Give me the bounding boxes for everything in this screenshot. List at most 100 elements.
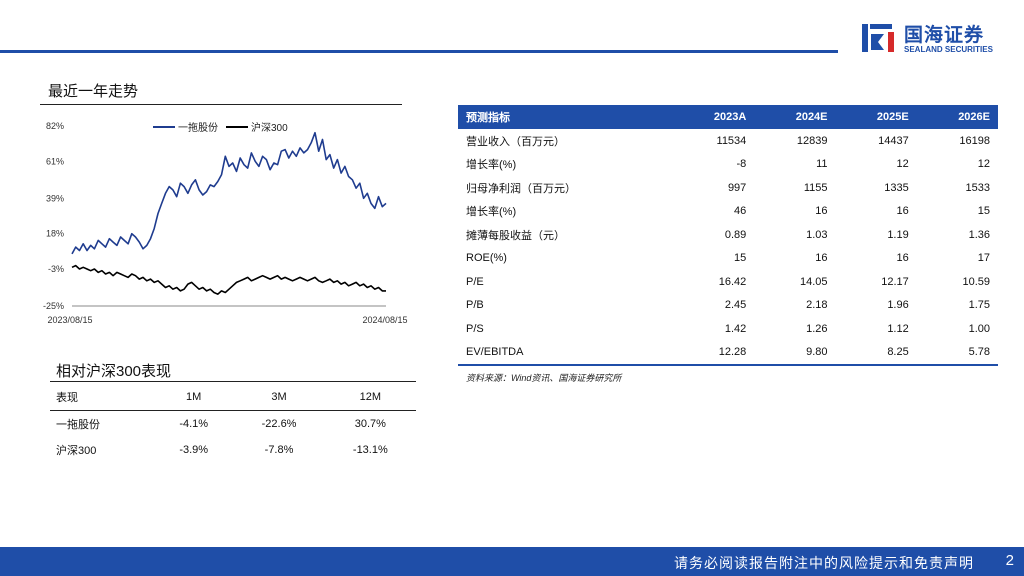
y-tick-label: 39% xyxy=(46,193,64,203)
forecast-cell: 12 xyxy=(977,158,990,171)
y-tick-label: 61% xyxy=(46,156,64,166)
disclaimer-text: 请务必阅读报告附注中的风险提示和免责声明 xyxy=(674,555,974,571)
chart-section-rule xyxy=(40,104,402,105)
forecast-cell: 15 xyxy=(734,252,747,265)
forecast-header-row: 预测指标 2023A 2024E 2025E 2026E xyxy=(458,105,998,129)
forecast-cell: 11 xyxy=(816,158,828,171)
perf-cell: -4.1% xyxy=(179,418,209,430)
forecast-row: P/S 1.42 1.26 1.12 1.00 xyxy=(458,317,998,341)
perf-cell: 30.7% xyxy=(354,418,386,430)
y-tick-label: -3% xyxy=(48,264,64,274)
forecast-cell: 8.25 xyxy=(835,340,917,366)
forecast-cell: P/B xyxy=(466,299,484,312)
perf-cell: 一拖股份 xyxy=(56,419,100,431)
perf-section-rule xyxy=(50,381,416,382)
forecast-cell: 16 xyxy=(815,252,828,265)
perf-cell: 沪深300 xyxy=(56,445,97,457)
series-line-1 xyxy=(71,264,386,295)
perf-cell: -3.9% xyxy=(179,444,209,456)
y-tick-label: 18% xyxy=(46,229,64,239)
forecast-cell: 1335 xyxy=(884,181,909,194)
forecast-row: 营业收入（百万元） 11534 12839 14437 16198 xyxy=(458,129,998,153)
forecast-cell: 12839 xyxy=(796,134,828,147)
forecast-cell: 增长率(%) xyxy=(466,206,517,219)
perf-header-row: 表现 1M 3M 12M xyxy=(50,384,416,411)
forecast-cell: 1.75 xyxy=(968,299,990,312)
forecast-cell: -8 xyxy=(736,158,747,171)
forecast-row: EV/EBITDA 12.28 9.80 8.25 5.78 xyxy=(458,340,998,366)
forecast-cell: 1.03 xyxy=(806,228,828,241)
price-trend-chart: 82% 61% 39% 18% -3% -25% 2023/08/15 2024/08/15 一… xyxy=(43,121,408,325)
forecast-cell: 2.45 xyxy=(724,299,747,312)
y-tick-label: -25% xyxy=(43,301,64,311)
perf-header-cell: 12M xyxy=(324,384,416,411)
perf-cell: -22.6% xyxy=(261,418,297,430)
forecast-cell: 46 xyxy=(734,205,747,218)
x-tick-label: 2024/08/15 xyxy=(362,315,407,325)
perf-header-cell: 3M xyxy=(233,384,325,411)
forecast-cell: 14.05 xyxy=(799,275,828,288)
perf-header-cell: 表现 xyxy=(50,384,154,411)
page-number: 2 xyxy=(1005,552,1014,569)
brand-logo: 国海证券 SEALAND SECURITIES xyxy=(860,18,1020,58)
perf-cell: -7.8% xyxy=(264,444,294,456)
brand-name-cn: 国海证券 xyxy=(904,25,985,46)
data-source-note: 资料来源：Wind资讯、国海证券研究所 xyxy=(466,373,622,383)
forecast-cell: 1155 xyxy=(803,181,828,194)
forecast-cell: 5.78 xyxy=(916,340,998,366)
forecast-header-cell: 2024E xyxy=(754,105,836,129)
forecast-header-cell: 2023A xyxy=(672,105,755,129)
forecast-cell: ROE(%) xyxy=(466,252,507,265)
forecast-cell: 摊薄每股收益（元） xyxy=(466,229,565,242)
perf-row: 一拖股份 -4.1% -22.6% 30.7% xyxy=(50,411,416,438)
forecast-cell: 1.19 xyxy=(887,228,909,241)
perf-header-cell: 1M xyxy=(154,384,234,411)
chart-section-title: 最近一年走势 xyxy=(48,83,139,100)
forecast-header-cell: 预测指标 xyxy=(458,105,673,129)
forecast-table: 预测指标 2023A 2024E 2025E 2026E 营业收入（百万元） 1… xyxy=(458,105,998,366)
forecast-cell: 1.12 xyxy=(887,322,909,335)
forecast-cell: 16198 xyxy=(959,134,990,147)
forecast-cell: 15 xyxy=(977,205,990,218)
legend-label: 沪深300 xyxy=(251,121,288,134)
forecast-row: 归母净利润（百万元） 997 1155 1335 1533 xyxy=(458,176,998,200)
forecast-cell: 16 xyxy=(896,252,909,265)
forecast-cell: 11534 xyxy=(716,134,747,147)
forecast-row: ROE(%) 15 16 16 17 xyxy=(458,247,998,271)
perf-cell: -13.1% xyxy=(352,444,388,456)
y-tick-label: 82% xyxy=(46,121,64,131)
legend-label: 一拖股份 xyxy=(178,121,218,134)
x-tick-label: 2023/08/15 xyxy=(47,315,92,325)
forecast-header-cell: 2025E xyxy=(835,105,917,129)
forecast-row: 增长率(%) -8 11 12 12 xyxy=(458,153,998,177)
logo-mark-icon xyxy=(862,24,894,52)
forecast-cell: 1.96 xyxy=(887,299,909,312)
forecast-cell: P/S xyxy=(466,322,484,335)
forecast-header-cell: 2026E xyxy=(916,105,998,129)
forecast-cell: 10.59 xyxy=(962,275,990,288)
forecast-cell: 12.28 xyxy=(672,340,755,366)
forecast-row: 摊薄每股收益（元） 0.89 1.03 1.19 1.36 xyxy=(458,223,998,247)
brand-name-en: SEALAND SECURITIES xyxy=(904,45,993,54)
forecast-cell: 9.80 xyxy=(754,340,836,366)
forecast-cell: EV/EBITDA xyxy=(458,340,673,366)
forecast-cell: 12 xyxy=(896,158,909,171)
forecast-cell: 1.26 xyxy=(806,322,828,335)
forecast-cell: 增长率(%) xyxy=(466,159,517,172)
forecast-cell: 16 xyxy=(896,205,909,218)
forecast-cell: P/E xyxy=(466,275,484,288)
forecast-cell: 营业收入（百万元） xyxy=(466,135,565,148)
forecast-cell: 1533 xyxy=(965,181,990,194)
forecast-cell: 16 xyxy=(815,205,828,218)
perf-section-title: 相对沪深300表现 xyxy=(56,363,172,380)
forecast-row: P/E 16.42 14.05 12.17 10.59 xyxy=(458,270,998,294)
series-line-0 xyxy=(71,131,387,255)
forecast-cell: 2.18 xyxy=(806,299,828,312)
forecast-cell: 16.42 xyxy=(718,275,747,288)
footer-bar: 请务必阅读报告附注中的风险提示和免责声明 2 xyxy=(0,547,1024,576)
forecast-cell: 12.17 xyxy=(881,275,909,288)
forecast-cell: 1.00 xyxy=(968,322,990,335)
forecast-cell: 14437 xyxy=(878,134,909,147)
forecast-row: P/B 2.45 2.18 1.96 1.75 xyxy=(458,294,998,318)
forecast-cell: 归母净利润（百万元） xyxy=(466,182,576,195)
